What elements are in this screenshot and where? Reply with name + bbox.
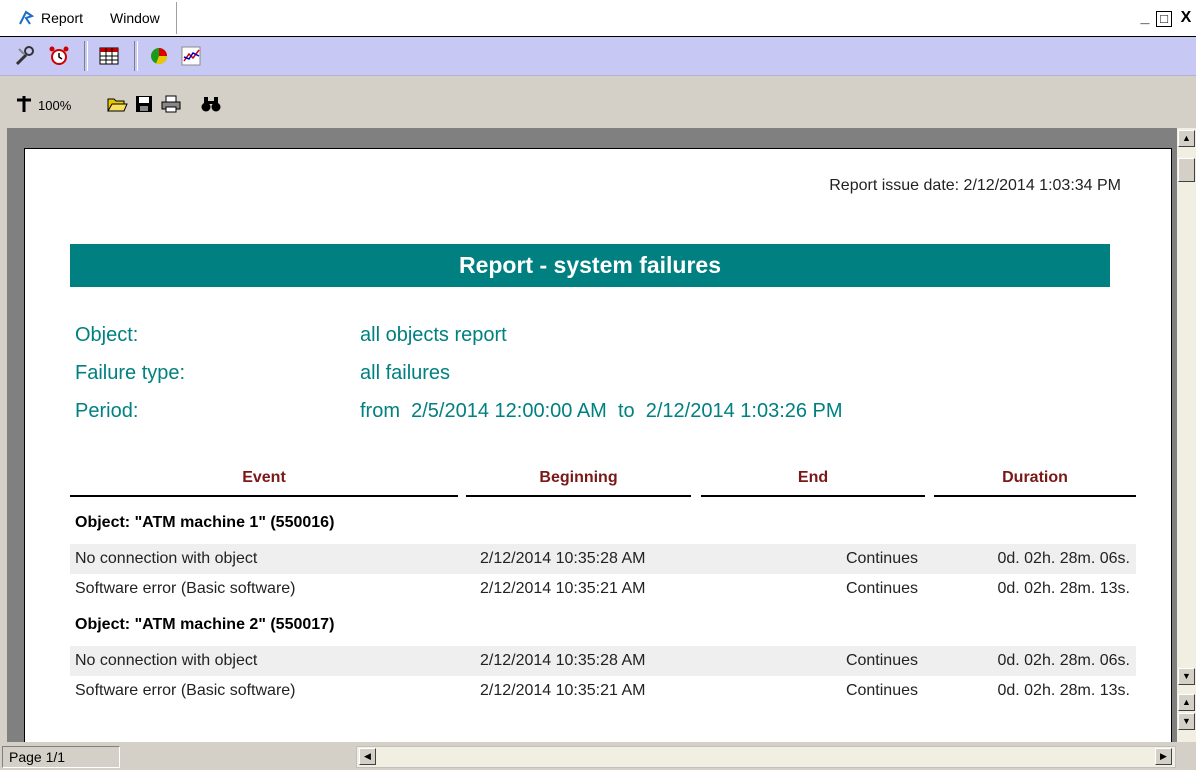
app-logo-icon	[18, 10, 35, 31]
cell-event: Software error (Basic software)	[75, 682, 296, 699]
cell-end: Continues	[845, 580, 918, 597]
cell-duration: 0d. 02h. 28m. 13s.	[997, 682, 1130, 699]
column-header-beginning: Beginning	[539, 469, 618, 486]
toolbar-separator	[84, 41, 88, 71]
table-row: Software error (Basic software) 2/12/201…	[70, 676, 1136, 706]
column-rule	[466, 495, 691, 497]
failure-type-label: Failure type:	[75, 362, 186, 384]
report-viewport: Report issue date: 2/12/2014 1:03:34 PM …	[7, 128, 1177, 742]
zoom-level[interactable]: 100%	[38, 98, 71, 113]
group-header-object: Object: "ATM machine 1" (550016)	[75, 514, 335, 531]
report-page: Report issue date: 2/12/2014 1:03:34 PM …	[24, 148, 1172, 742]
next-page-button[interactable]: ▼	[1178, 713, 1195, 730]
settings-icon[interactable]	[14, 45, 36, 72]
table-row: Software error (Basic software) 2/12/201…	[70, 574, 1136, 604]
find-binoculars-icon[interactable]	[200, 94, 222, 119]
previous-page-button[interactable]: ▲	[1178, 694, 1195, 711]
menu-report[interactable]: Report	[41, 10, 83, 26]
column-rule	[70, 495, 458, 497]
cell-end: Continues	[845, 652, 918, 669]
toolbar-separator	[134, 41, 138, 71]
main-toolbar	[0, 37, 1196, 76]
cell-event: Software error (Basic software)	[75, 580, 296, 597]
report-title: Report - system failures	[70, 244, 1110, 287]
line-graph-icon[interactable]	[180, 45, 202, 72]
cell-end: Continues	[845, 682, 918, 699]
cell-duration: 0d. 02h. 28m. 13s.	[997, 580, 1130, 597]
report-toolbar	[0, 76, 1196, 128]
failure-type-value: all failures	[360, 362, 451, 384]
column-rule	[934, 495, 1136, 497]
scroll-up-button[interactable]: ▲	[1178, 130, 1195, 147]
scroll-thumb[interactable]	[1178, 158, 1195, 182]
cell-beginning: 2/12/2014 10:35:21 AM	[480, 682, 646, 699]
pie-chart-icon[interactable]	[148, 45, 170, 72]
alarm-clock-icon[interactable]	[48, 45, 70, 72]
vertical-scrollbar[interactable]: ▲ ▼ ▲ ▼	[1177, 128, 1196, 742]
report-issue-date: Report issue date: 2/12/2014 1:03:34 PM	[829, 177, 1121, 194]
object-label: Object:	[75, 324, 139, 346]
column-header-event: Event	[242, 469, 286, 486]
report-sheet-icon[interactable]	[98, 45, 120, 72]
column-header-duration: Duration	[1002, 469, 1068, 486]
horizontal-scrollbar[interactable]: ◀ ▶	[356, 746, 1176, 768]
period-value: from 2/5/2014 12:00:00 AM to 2/12/2014 1…	[360, 400, 843, 422]
cell-beginning: 2/12/2014 10:35:28 AM	[480, 652, 646, 669]
cell-event: No connection with object	[75, 550, 258, 567]
save-icon[interactable]	[134, 94, 154, 119]
cell-beginning: 2/12/2014 10:35:21 AM	[480, 580, 646, 597]
restore-button[interactable]: □	[1156, 11, 1172, 27]
column-rule	[701, 495, 925, 497]
group-header-object: Object: "ATM machine 2" (550017)	[75, 616, 335, 633]
scroll-down-button[interactable]: ▼	[1178, 668, 1195, 685]
menu-bar: Report Window _ □ X	[0, 0, 1196, 37]
open-folder-icon[interactable]	[106, 94, 128, 119]
cell-beginning: 2/12/2014 10:35:28 AM	[480, 550, 646, 567]
status-bar: Page 1/1 ◀ ▶	[0, 742, 1196, 770]
column-header-end: End	[797, 469, 829, 486]
table-row: No connection with object 2/12/2014 10:3…	[70, 544, 1136, 574]
cell-duration: 0d. 02h. 28m. 06s.	[997, 550, 1130, 567]
minimize-button[interactable]: _	[1136, 9, 1154, 27]
page-indicator: Page 1/1	[2, 746, 120, 768]
zoom-cross-icon[interactable]	[14, 94, 34, 119]
object-value: all objects report	[360, 324, 507, 346]
scroll-right-button[interactable]: ▶	[1155, 748, 1172, 765]
scroll-left-button[interactable]: ◀	[359, 748, 376, 765]
cell-end: Continues	[845, 550, 918, 567]
print-icon[interactable]	[160, 94, 182, 119]
menu-divider	[176, 2, 177, 34]
cell-event: No connection with object	[75, 652, 258, 669]
menu-window[interactable]: Window	[110, 10, 160, 26]
close-button[interactable]: X	[1177, 9, 1195, 27]
cell-duration: 0d. 02h. 28m. 06s.	[997, 652, 1130, 669]
period-label: Period:	[75, 400, 139, 422]
table-row: No connection with object 2/12/2014 10:3…	[70, 646, 1136, 676]
